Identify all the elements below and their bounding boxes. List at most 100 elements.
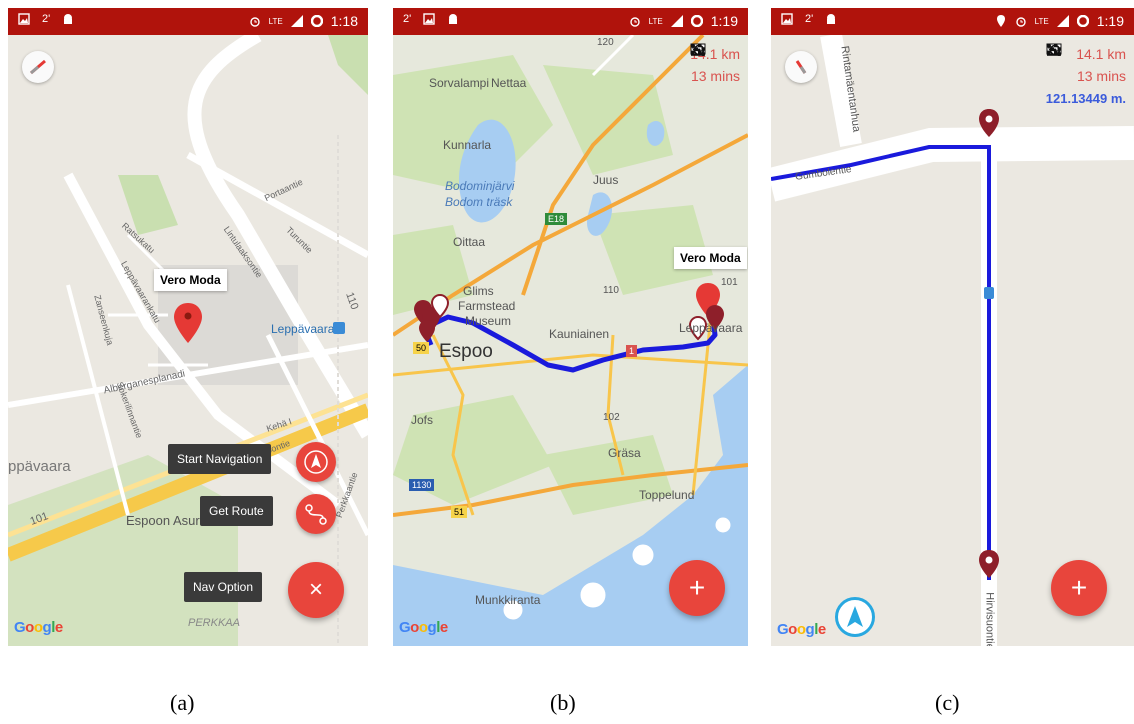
google-logo: Google <box>14 619 63 636</box>
start-navigation-button[interactable]: Start Navigation <box>168 444 272 474</box>
compass-button[interactable] <box>22 51 54 83</box>
battery-icon <box>690 15 703 27</box>
network-type: LTE <box>268 16 283 26</box>
place-label: Espoon Asur <box>126 513 200 528</box>
place-label: Jofs <box>411 413 434 427</box>
battery-icon <box>310 15 323 27</box>
place-label: Nettaa <box>491 76 527 90</box>
caption-b: (b) <box>550 690 576 715</box>
place-label: Bodominjärvi <box>445 179 515 193</box>
compass-icon <box>30 59 46 75</box>
road-label: 120 <box>597 37 614 48</box>
road-shield: E18 <box>545 213 568 225</box>
road-shield: 51 <box>451 506 468 518</box>
road-shield: 1 <box>626 345 638 357</box>
navigation-arrow-icon <box>304 450 328 474</box>
place-label: Gräsa <box>608 446 641 460</box>
route-summary: 14.1 km 13 mins <box>690 43 740 109</box>
route-duration: 13 mins <box>690 68 740 84</box>
android-icon <box>64 14 73 24</box>
map-view[interactable]: Ratsukatu Leppävaarankatu Zanseenkuja Al… <box>8 35 368 646</box>
network-type: LTE <box>1034 16 1049 26</box>
place-label: Sorvalampi <box>429 76 490 90</box>
map-view[interactable]: Rintamäentanhua Gumbolentie Hirvisuontie… <box>771 35 1134 646</box>
alarm-icon <box>1015 17 1026 27</box>
map-label: PERKKAA <box>188 617 240 629</box>
road-shield: 1130 <box>409 479 435 491</box>
network-type: LTE <box>648 16 663 26</box>
status-time: 1:19 <box>710 13 738 29</box>
place-label: Oittaa <box>453 235 486 249</box>
route-duration: 13 mins <box>1076 68 1126 84</box>
status-bar: 2' LTE 1:18 <box>8 8 368 35</box>
map-tiles <box>771 35 1134 646</box>
signal-icon <box>290 15 303 27</box>
place-label: Leppävaara <box>271 322 335 336</box>
marker-info-window[interactable]: Vero Moda <box>674 247 747 269</box>
add-fab[interactable]: + <box>669 560 725 616</box>
road-shield: 50 <box>413 342 430 354</box>
road-label: 101 <box>721 277 738 288</box>
transit-icon <box>984 287 994 299</box>
road-label: 110 <box>603 285 619 296</box>
place-label: Kunnarla <box>443 138 492 152</box>
place-label: Bodom träsk <box>445 195 513 209</box>
compass-button[interactable] <box>785 51 817 83</box>
road-label: 102 <box>603 412 620 423</box>
battery-icon <box>1076 15 1089 27</box>
android-icon <box>827 14 836 24</box>
get-route-fab[interactable] <box>296 494 336 534</box>
route-icon <box>305 504 327 525</box>
map-view[interactable]: 120 Sorvalampi Nettaa Kunnarla Bodominjä… <box>393 35 748 646</box>
notification-icon: 2' <box>42 13 51 25</box>
map-tiles <box>8 35 368 646</box>
place-label: Leppävaara <box>679 321 743 335</box>
place-label: Toppelund <box>639 488 695 502</box>
place-label: Glims <box>463 284 494 298</box>
my-location-button[interactable] <box>835 597 875 637</box>
close-menu-fab[interactable]: × <box>288 562 344 618</box>
status-bar: 2' LTE 1:19 <box>771 8 1134 35</box>
compass-icon <box>795 60 807 74</box>
marker-info-window[interactable]: Vero Moda <box>154 269 227 291</box>
screen-b: 2' LTE 1:19 120 Sorvalampi Nettaa Kunnar… <box>393 8 748 646</box>
location-pin-icon <box>996 15 1005 27</box>
image-icon <box>781 13 793 25</box>
alarm-icon <box>629 17 640 27</box>
place-label: Museum <box>465 314 512 328</box>
place-label: ppävaara <box>8 458 71 475</box>
google-logo: Google <box>777 621 826 638</box>
route-summary: 14.1 km 13 mins 121.13449 m. <box>1046 43 1126 109</box>
remaining-meters: 121.13449 m. <box>1045 90 1126 106</box>
route-icon[interactable] <box>1046 43 1062 57</box>
place-label: Munkkiranta <box>475 593 541 607</box>
place-label: Espoo <box>439 341 493 362</box>
navigation-arrow-icon <box>847 606 863 627</box>
get-route-button[interactable]: Get Route <box>200 496 273 526</box>
route-icon[interactable] <box>690 43 706 57</box>
image-icon <box>423 13 435 25</box>
alarm-icon <box>249 17 260 27</box>
place-label: Kauniainen <box>549 327 610 341</box>
android-icon <box>449 14 458 24</box>
transit-icon <box>333 322 345 334</box>
signal-icon <box>1056 15 1069 27</box>
notification-icon: 2' <box>805 13 814 25</box>
start-navigation-fab[interactable] <box>296 442 336 482</box>
signal-icon <box>670 15 683 27</box>
image-icon <box>18 13 30 25</box>
status-time: 1:19 <box>1096 13 1124 29</box>
caption-c: (c) <box>935 690 960 715</box>
google-logo: Google <box>399 619 448 636</box>
screen-a: 2' LTE 1:18 Ratsukatu Leppävaarankatu Za… <box>8 8 368 646</box>
nav-option-button[interactable]: Nav Option <box>184 572 263 602</box>
add-fab[interactable]: + <box>1051 560 1107 616</box>
route-distance: 14.1 km <box>1076 46 1126 62</box>
place-label: Farmstead <box>458 299 516 313</box>
road-label: Hirvisuontie <box>983 592 996 646</box>
screen-c: 2' LTE 1:19 Rintamäentanhua Gumbolentie … <box>771 8 1134 646</box>
status-bar: 2' LTE 1:19 <box>393 8 748 35</box>
place-label: Juus <box>593 173 619 187</box>
caption-a: (a) <box>170 690 195 715</box>
status-time: 1:18 <box>330 13 358 29</box>
